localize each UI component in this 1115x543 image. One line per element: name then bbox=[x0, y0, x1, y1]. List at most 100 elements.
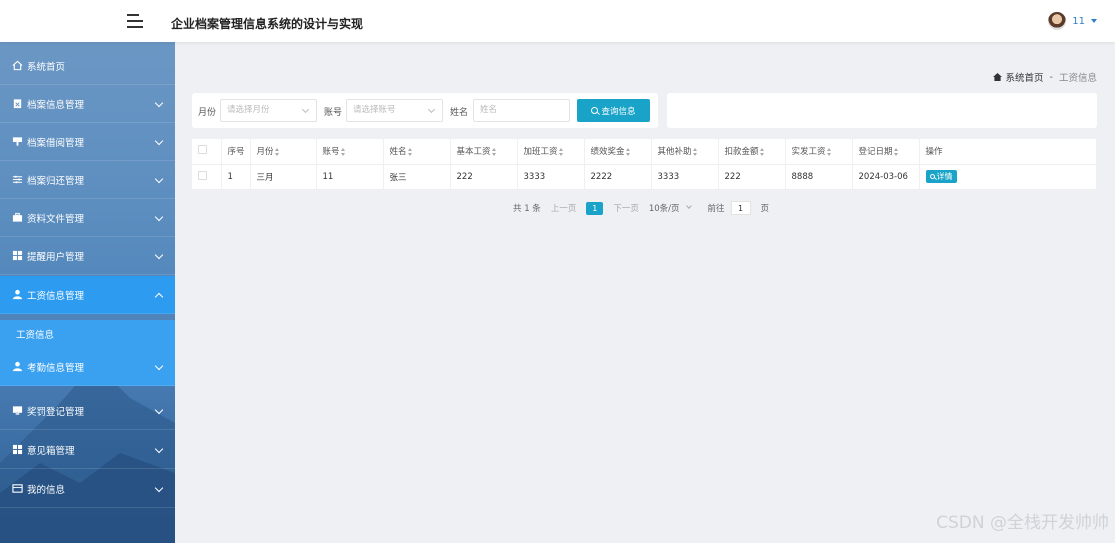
breadcrumb-home[interactable]: 系统首页 bbox=[1006, 70, 1044, 84]
column-header[interactable]: 扣款金额 bbox=[718, 139, 786, 165]
sidebar-item-label: 系统首页 bbox=[27, 61, 66, 73]
search-button-label: 查询信息 bbox=[601, 106, 636, 117]
breadcrumb-separator: - bbox=[1049, 71, 1053, 83]
card-icon bbox=[12, 484, 23, 493]
sidebar-subitem-label: 工资信息 bbox=[16, 330, 55, 341]
table-header-row: 序号 月份 账号 姓名 基本工资 加班工资 绩效奖金 其他补助 扣款金额 实发工… bbox=[192, 139, 1097, 165]
chevron-down-icon bbox=[685, 203, 692, 209]
name-input-placeholder: 姓名 bbox=[480, 105, 498, 115]
monitor-icon bbox=[12, 406, 23, 415]
cell-overtime: 3333 bbox=[517, 164, 585, 190]
cell-action: 详情 bbox=[919, 164, 1097, 190]
search-form: 月份 请选择月份 账号 请选择账号 姓名 姓名 查询信息 bbox=[192, 93, 658, 128]
action-card bbox=[667, 93, 1097, 128]
account-select-placeholder: 请选择账号 bbox=[353, 105, 396, 115]
page-size-select[interactable]: 10条/页 bbox=[649, 202, 692, 214]
pagination-total: 共 1 条 bbox=[513, 204, 541, 214]
sidebar-item-label: 档案借阅管理 bbox=[27, 137, 85, 149]
sidebar-item-salary[interactable]: 工资信息管理 bbox=[0, 276, 175, 314]
sidebar-item-label: 考勤信息管理 bbox=[27, 362, 85, 374]
sidebar-item-reminder-users[interactable]: 提醒用户管理 bbox=[0, 237, 175, 275]
clipboard-icon bbox=[13, 99, 22, 109]
goto-suffix: 页 bbox=[760, 204, 770, 214]
month-select[interactable]: 请选择月份 bbox=[220, 99, 317, 122]
sidebar-item-archive-return[interactable]: 档案归还管理 bbox=[0, 161, 175, 199]
search-icon bbox=[591, 107, 599, 114]
caret-down-icon[interactable] bbox=[1091, 19, 1097, 23]
grid-icon bbox=[12, 250, 23, 261]
cell-base-salary: 222 bbox=[450, 164, 518, 190]
sidebar-item-archive-borrow[interactable]: 档案借阅管理 bbox=[0, 123, 175, 161]
name-label: 姓名 bbox=[450, 108, 469, 118]
cell-index: 1 bbox=[221, 164, 251, 190]
column-header[interactable]: 加班工资 bbox=[517, 139, 585, 165]
sidebar-item-label: 意见箱管理 bbox=[27, 445, 75, 457]
breadcrumb: 系统首页 - 工资信息 bbox=[992, 70, 1097, 84]
salary-table: 序号 月份 账号 姓名 基本工资 加班工资 绩效奖金 其他补助 扣款金额 实发工… bbox=[192, 139, 1097, 190]
sidebar-item-label: 工资信息管理 bbox=[27, 290, 85, 302]
name-input[interactable]: 姓名 bbox=[473, 99, 570, 122]
detail-button[interactable]: 详情 bbox=[925, 170, 957, 183]
sidebar: 系统首页 档案信息管理 档案借阅管理 档案归还管理 资料文件管理 提醒用户管理 … bbox=[0, 42, 175, 543]
sidebar-item-label: 资料文件管理 bbox=[27, 213, 85, 225]
chevron-down-icon bbox=[154, 444, 164, 454]
user-icon bbox=[12, 289, 23, 300]
column-header[interactable]: 其他补助 bbox=[651, 139, 719, 165]
account-select[interactable]: 请选择账号 bbox=[346, 99, 443, 122]
column-header[interactable]: 实发工资 bbox=[785, 139, 853, 165]
app-title: 企业档案管理信息系统的设计与实现 bbox=[171, 17, 364, 31]
cell-date: 2024-03-06 bbox=[852, 164, 920, 190]
stamp-icon bbox=[12, 137, 23, 146]
cell-name: 张三 bbox=[383, 164, 451, 190]
sidebar-subitem-salary-info[interactable]: 工资信息 bbox=[0, 320, 175, 348]
sidebar-item-my-info[interactable]: 我的信息 bbox=[0, 470, 175, 508]
column-header[interactable]: 账号 bbox=[316, 139, 384, 165]
sidebar-item-files[interactable]: 资料文件管理 bbox=[0, 199, 175, 237]
select-all-checkbox[interactable] bbox=[198, 145, 207, 155]
prev-page-button[interactable]: 上一页 bbox=[551, 202, 577, 214]
briefcase-icon bbox=[12, 212, 23, 222]
sidebar-item-suggestions[interactable]: 意见箱管理 bbox=[0, 431, 175, 469]
column-header[interactable]: 绩效奖金 bbox=[584, 139, 652, 165]
goto-page-input[interactable]: 1 bbox=[730, 201, 751, 215]
top-header: 企业档案管理信息系统的设计与实现 11 bbox=[0, 0, 1115, 42]
pagination: 共 1 条 上一页 1 下一页 10条/页 前往 1 页 bbox=[513, 201, 779, 215]
next-page-button[interactable]: 下一页 bbox=[613, 202, 639, 214]
chevron-down-icon bbox=[154, 136, 164, 146]
cell-bonus: 2222 bbox=[584, 164, 652, 190]
chevron-down-icon bbox=[154, 361, 164, 371]
hamburger-icon[interactable] bbox=[127, 14, 143, 28]
sidebar-item-archive-info[interactable]: 档案信息管理 bbox=[0, 85, 175, 123]
sidebar-item-label: 提醒用户管理 bbox=[27, 251, 85, 263]
sidebar-item-attendance[interactable]: 考勤信息管理 bbox=[0, 348, 175, 386]
grid-icon bbox=[12, 444, 23, 455]
cell-month: 三月 bbox=[250, 164, 317, 190]
sidebar-item-home[interactable]: 系统首页 bbox=[0, 47, 175, 85]
search-button[interactable]: 查询信息 bbox=[577, 99, 650, 122]
user-menu[interactable]: 11 bbox=[1048, 12, 1097, 30]
chevron-up-icon bbox=[154, 292, 164, 302]
search-icon bbox=[929, 174, 935, 179]
row-checkbox[interactable] bbox=[198, 170, 207, 180]
page-number-button[interactable]: 1 bbox=[586, 201, 604, 215]
cell-deduction: 222 bbox=[718, 164, 786, 190]
sidebar-item-label: 档案归还管理 bbox=[27, 175, 85, 187]
column-header[interactable]: 姓名 bbox=[383, 139, 451, 165]
chevron-down-icon bbox=[154, 483, 164, 493]
table-row: 1 三月 11 张三 222 3333 2222 3333 222 8888 2… bbox=[192, 164, 1097, 190]
breadcrumb-current: 工资信息 bbox=[1058, 73, 1097, 84]
avatar-icon[interactable] bbox=[1048, 12, 1067, 30]
column-header[interactable]: 登记日期 bbox=[852, 139, 920, 165]
column-header[interactable]: 基本工资 bbox=[450, 139, 518, 165]
column-header: 操作 bbox=[919, 139, 1097, 165]
chevron-down-icon bbox=[154, 212, 164, 222]
sidebar-item-rewards[interactable]: 奖罚登记管理 bbox=[0, 392, 175, 430]
username[interactable]: 11 bbox=[1072, 16, 1085, 27]
month-select-placeholder: 请选择月份 bbox=[227, 105, 270, 115]
cell-subsidy: 3333 bbox=[651, 164, 719, 190]
sidebar-item-label: 档案信息管理 bbox=[27, 99, 85, 111]
chevron-down-icon bbox=[427, 105, 436, 114]
sidebar-item-label: 我的信息 bbox=[27, 484, 66, 496]
column-header[interactable]: 月份 bbox=[250, 139, 317, 165]
column-header: 序号 bbox=[221, 139, 251, 165]
